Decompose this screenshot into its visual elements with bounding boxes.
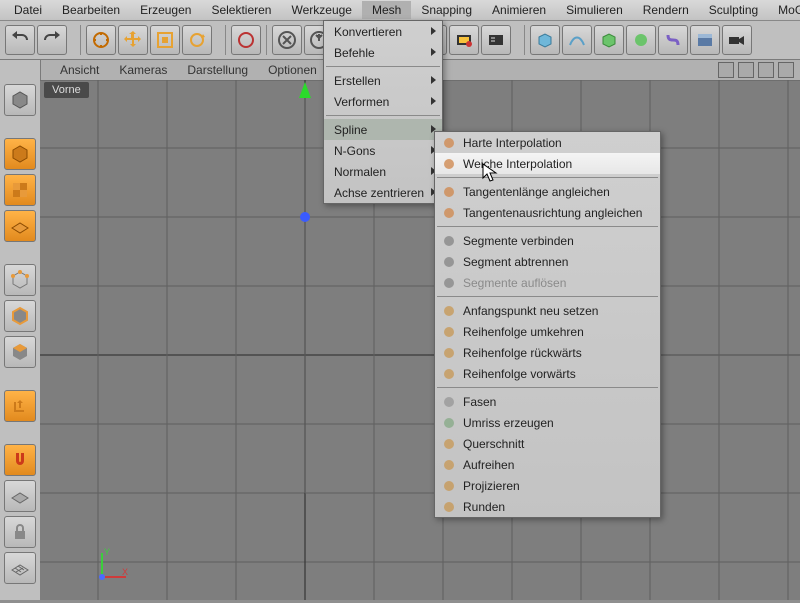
spline-segmente-aufl-sen: Segmente auflösen	[435, 272, 660, 293]
svg-text:Y: Y	[104, 547, 110, 557]
axis-widget: Y X	[90, 547, 130, 590]
lock-icon[interactable]	[4, 516, 36, 548]
main-menubar: DateiBearbeitenErzeugenSelektierenWerkze…	[0, 0, 800, 21]
spline-umriss-erzeugen[interactable]: Umriss erzeugen	[435, 412, 660, 433]
viewmenu-kameras[interactable]: Kameras	[109, 61, 177, 79]
x-axis-lock[interactable]	[272, 25, 302, 55]
menu-simulieren[interactable]: Simulieren	[556, 1, 633, 19]
redo-button[interactable]	[37, 25, 67, 55]
viewport-nav-icon[interactable]	[718, 62, 734, 78]
viewport-nav-icon[interactable]	[738, 62, 754, 78]
spline-submenu[interactable]: Harte InterpolationWeiche Interpolation T…	[434, 131, 661, 518]
spline-projizieren[interactable]: Projizieren	[435, 475, 660, 496]
viewport-label: Vorne	[44, 82, 89, 98]
spline-runden[interactable]: Runden	[435, 496, 660, 517]
spline-reihenfolge-r-ckw-rts[interactable]: Reihenfolge rückwärts	[435, 342, 660, 363]
prim-cube[interactable]	[530, 25, 560, 55]
meshmenu-erstellen[interactable]: Erstellen	[324, 70, 442, 91]
texture-mode[interactable]	[4, 174, 36, 206]
menu-sculpting[interactable]: Sculpting	[699, 1, 768, 19]
snap-toggle[interactable]	[4, 444, 36, 476]
svg-text:X: X	[122, 567, 128, 577]
undo-button[interactable]	[5, 25, 35, 55]
meshmenu-befehle[interactable]: Befehle	[324, 42, 442, 63]
edge-mode[interactable]	[4, 300, 36, 332]
generator[interactable]	[594, 25, 624, 55]
render-pv[interactable]	[449, 25, 479, 55]
rotate-tool[interactable]	[182, 25, 212, 55]
meshmenu-achse-zentrieren[interactable]: Achse zentrieren	[324, 182, 442, 203]
meshmenu-konvertieren[interactable]: Konvertieren	[324, 21, 442, 42]
menu-datei[interactable]: Datei	[4, 1, 52, 19]
environment[interactable]	[690, 25, 720, 55]
camera[interactable]	[722, 25, 752, 55]
recent-tool[interactable]	[231, 25, 261, 55]
model-mode[interactable]	[4, 138, 36, 170]
spline-harte-interpolation[interactable]: Harte Interpolation	[435, 132, 660, 153]
render-settings[interactable]	[481, 25, 511, 55]
menu-snapping[interactable]: Snapping	[411, 1, 482, 19]
viewport-nav-icon[interactable]	[778, 62, 794, 78]
meshmenu-spline[interactable]: Spline	[324, 119, 442, 140]
spline-segment-abtrennen[interactable]: Segment abtrennen	[435, 251, 660, 272]
viewmenu-optionen[interactable]: Optionen	[258, 61, 327, 79]
spline-querschnitt[interactable]: Querschnitt	[435, 433, 660, 454]
prim-spline[interactable]	[562, 25, 592, 55]
meshmenu-n-gons[interactable]: N-Gons	[324, 140, 442, 161]
mesh-menu[interactable]: KonvertierenBefehle ErstellenVerformen Spl…	[323, 20, 443, 204]
spline-weiche-interpolation[interactable]: Weiche Interpolation	[435, 153, 660, 174]
spline-tangentenausrichtung-angleichen[interactable]: Tangentenausrichtung angleichen	[435, 202, 660, 223]
meshmenu-normalen[interactable]: Normalen	[324, 161, 442, 182]
spline-reihenfolge-umkehren[interactable]: Reihenfolge umkehren	[435, 321, 660, 342]
axis-mode[interactable]	[4, 390, 36, 422]
menu-mesh[interactable]: Mesh	[362, 1, 411, 19]
select-tool[interactable]	[86, 25, 116, 55]
deformer[interactable]	[658, 25, 688, 55]
workplane-snap[interactable]	[4, 480, 36, 512]
viewmenu-ansicht[interactable]: Ansicht	[50, 61, 109, 79]
spline-segmente-verbinden[interactable]: Segmente verbinden	[435, 230, 660, 251]
viewport-nav-icon[interactable]	[758, 62, 774, 78]
poly-mode[interactable]	[4, 336, 36, 368]
left-tool-column	[0, 60, 41, 600]
menu-selektieren[interactable]: Selektieren	[201, 1, 281, 19]
spline-reihenfolge-vorw-rts[interactable]: Reihenfolge vorwärts	[435, 363, 660, 384]
make-editable[interactable]	[4, 84, 36, 116]
menu-rendern[interactable]: Rendern	[633, 1, 699, 19]
move-tool[interactable]	[118, 25, 148, 55]
viewmenu-darstellung[interactable]: Darstellung	[177, 61, 258, 79]
generator2[interactable]	[626, 25, 656, 55]
spline-tangentenl-nge-angleichen[interactable]: Tangentenlänge angleichen	[435, 181, 660, 202]
scale-tool[interactable]	[150, 25, 180, 55]
menu-mograph[interactable]: MoGraph	[768, 1, 800, 19]
menu-bearbeiten[interactable]: Bearbeiten	[52, 1, 130, 19]
spline-fasen[interactable]: Fasen	[435, 391, 660, 412]
spline-anfangspunkt-neu-setzen[interactable]: Anfangspunkt neu setzen	[435, 300, 660, 321]
spline-aufreihen[interactable]: Aufreihen	[435, 454, 660, 475]
menu-werkzeuge[interactable]: Werkzeuge	[281, 1, 361, 19]
menu-animieren[interactable]: Animieren	[482, 1, 556, 19]
grid-snap[interactable]	[4, 552, 36, 584]
menu-erzeugen[interactable]: Erzeugen	[130, 1, 201, 19]
workplane-mode[interactable]	[4, 210, 36, 242]
meshmenu-verformen[interactable]: Verformen	[324, 91, 442, 112]
point-mode[interactable]	[4, 264, 36, 296]
